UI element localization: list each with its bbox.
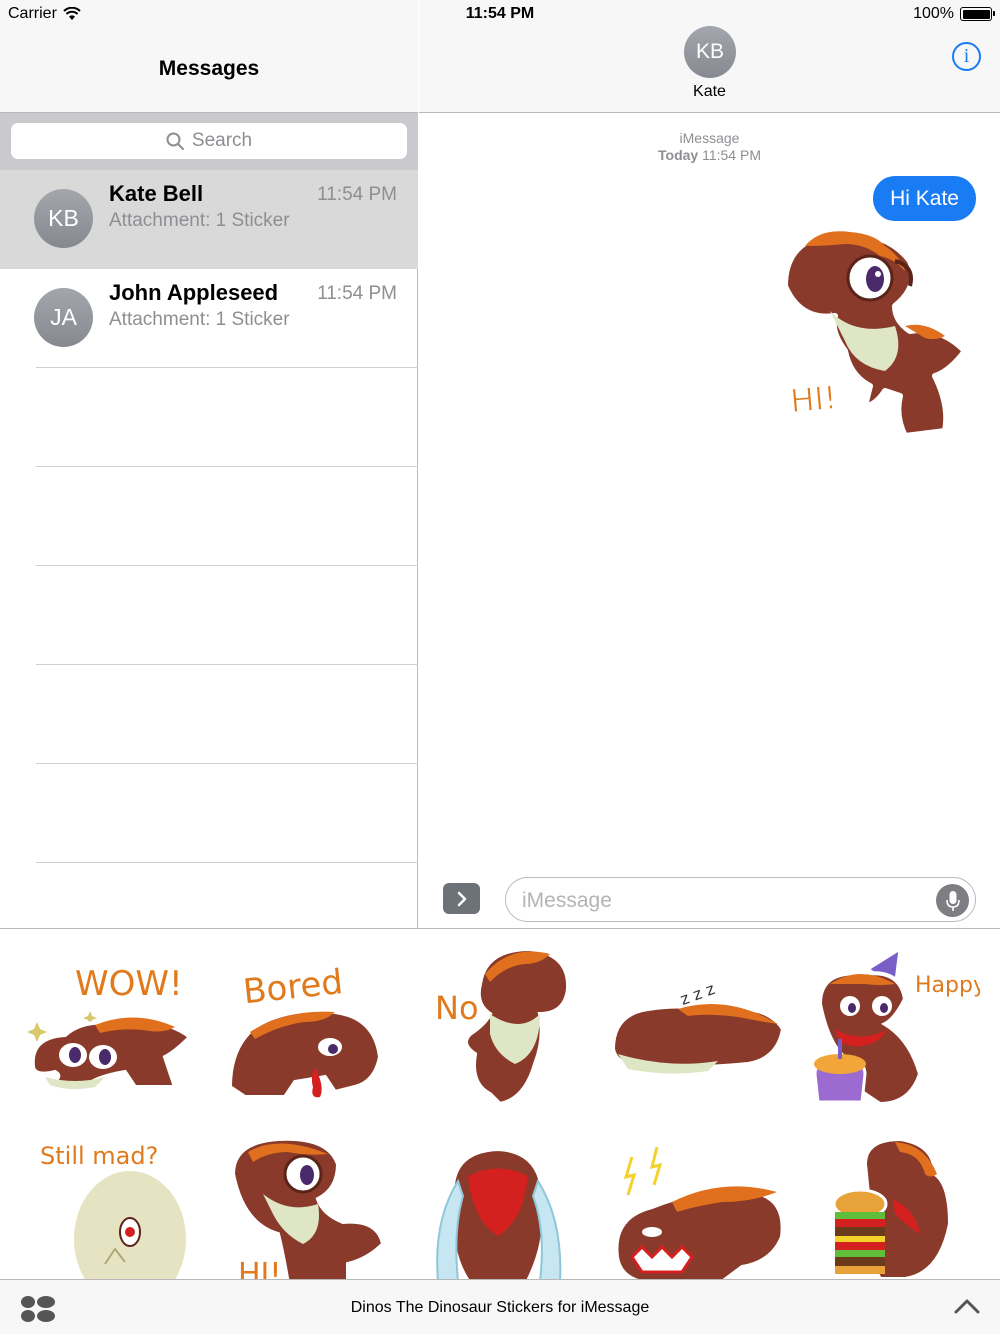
conversation-name: John Appleseed (109, 280, 279, 305)
list-divider (36, 862, 418, 863)
sticker-text: No (435, 989, 479, 1027)
conversation-preview: Attachment: 1 Sticker (109, 309, 290, 330)
chevron-right-icon (457, 891, 466, 906)
sticker-text: Happy B-Day (915, 973, 980, 998)
search-bar-container: Search (0, 113, 418, 170)
info-button[interactable]: i (952, 42, 981, 71)
status-bar: Carrier 11:54 PM 100% (0, 0, 1000, 28)
search-input[interactable]: Search (11, 123, 407, 159)
sticker-still-mad[interactable]: Still mad? (35, 1134, 195, 1279)
battery-group: 100% (913, 5, 995, 23)
list-divider (36, 664, 418, 665)
sticker-no[interactable]: No (430, 944, 580, 1109)
avatar: JA (34, 288, 93, 347)
sticker-text: HI! (789, 378, 838, 420)
expand-apps-button[interactable] (443, 883, 480, 914)
timestamp-label: Today 11:54 PM (419, 147, 1000, 163)
sticker-text: Bored (241, 962, 344, 1012)
conversation-list-pane: Messages Search KB Kate Bell Attachment:… (0, 0, 418, 928)
conversation-item-john-appleseed[interactable]: JA John Appleseed Attachment: 1 Sticker … (0, 269, 418, 368)
list-divider (36, 367, 418, 368)
conversation-preview: Attachment: 1 Sticker (109, 210, 290, 231)
sticker-hi[interactable]: HI! (228, 1134, 388, 1279)
sent-sticker-dino-hi[interactable]: HI! (775, 226, 975, 441)
dictation-button[interactable] (936, 884, 969, 917)
page-title: Messages (158, 57, 260, 80)
sticker-birthday[interactable]: Happy B-Day (810, 944, 980, 1109)
sticker-crying[interactable] (428, 1141, 573, 1279)
avatar: KB (34, 189, 93, 248)
timestamp-time: 11:54 PM (702, 147, 761, 163)
microphone-icon (945, 890, 960, 911)
sticker-sleep[interactable]: z z z (608, 969, 788, 1079)
status-time: 11:54 PM (465, 5, 535, 22)
chevron-up-icon[interactable] (953, 1296, 981, 1316)
search-icon (166, 132, 184, 150)
battery-percent: 100% (913, 5, 954, 22)
message-input-placeholder: iMessage (522, 889, 612, 912)
timestamp-day: Today (658, 147, 699, 163)
sticker-text: WOW! (75, 964, 183, 1004)
sticker-drawer: WOW! Bored No z z z Happy Still mad? HI! (0, 928, 1000, 1279)
list-divider (36, 565, 418, 566)
app-drawer-bar: Dinos The Dinosaur Stickers for iMessage (0, 1279, 1000, 1334)
conversation-item-kate-bell[interactable]: KB Kate Bell Attachment: 1 Sticker 11:54… (0, 170, 418, 269)
conversation-name: Kate Bell (109, 181, 204, 206)
sticker-text: Still mad? (40, 1142, 158, 1170)
contact-name[interactable]: Kate (419, 83, 1000, 101)
conversation-time: 11:54 PM (317, 283, 397, 304)
contact-avatar[interactable]: KB (684, 26, 736, 78)
sticker-wow[interactable]: WOW! (25, 947, 195, 1107)
message-bubble-outgoing[interactable]: Hi Kate (873, 176, 976, 221)
list-divider (36, 466, 418, 467)
sticker-burger[interactable] (825, 1134, 960, 1279)
sticker-bored[interactable]: Bored (225, 947, 385, 1107)
service-label: iMessage (679, 130, 740, 146)
list-divider (36, 763, 418, 764)
message-input[interactable]: iMessage (505, 877, 976, 922)
app-drawer-title: Dinos The Dinosaur Stickers for iMessage (350, 1299, 650, 1316)
battery-icon (960, 7, 995, 21)
conversation-time: 11:54 PM (317, 184, 397, 205)
sticker-text: HI! (238, 1257, 281, 1279)
sticker-angry[interactable] (612, 1147, 787, 1279)
info-icon: i (963, 45, 970, 67)
imessage-window: Carrier 11:54 PM 100% Messages Search KB… (0, 0, 1000, 1334)
search-placeholder: Search (191, 130, 253, 151)
